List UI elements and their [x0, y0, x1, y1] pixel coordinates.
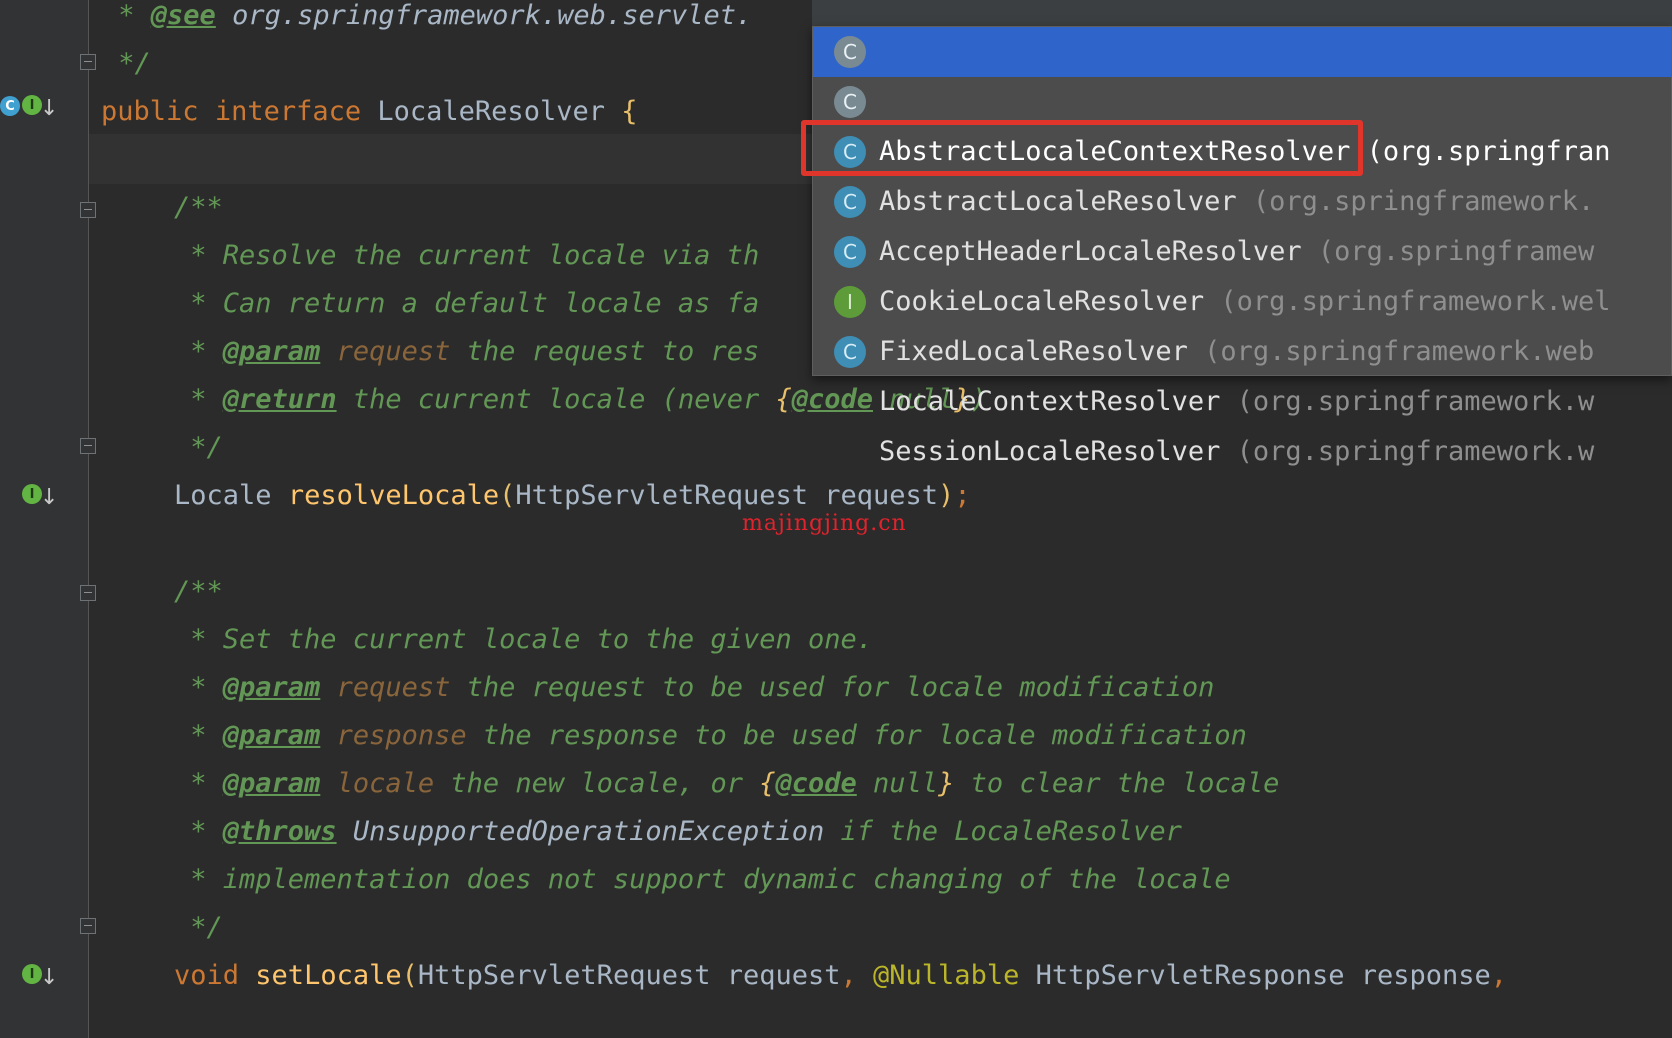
abstract-class-icon: C — [834, 36, 866, 68]
completion-item-package: (org.springframework.w — [1220, 436, 1595, 467]
code-line: * Set the current locale to the given on… — [174, 624, 873, 655]
abstract-class-icon: C — [834, 86, 866, 118]
class-icon: C — [834, 236, 866, 268]
code-line: * Resolve the current locale via th — [174, 240, 760, 271]
completion-item[interactable]: C CookieLocaleResolver (org.springframew… — [813, 177, 1671, 317]
code-line: * @param request the request to res — [174, 336, 760, 367]
completion-item-name: LocaleContextResolver — [879, 386, 1221, 417]
code-completion-popup[interactable]: C AbstractLocaleContextResolver (org.spr… — [812, 26, 1672, 467]
code-line: */ — [102, 48, 151, 79]
class-icon: C — [834, 186, 866, 218]
code-line: * @param locale the new locale, or {@cod… — [174, 768, 1280, 799]
code-line: * @see org.springframework.web.servlet. — [102, 0, 753, 31]
interface-icon: I — [834, 286, 866, 318]
code-line: * @throws UnsupportedOperationException … — [174, 816, 1182, 847]
completion-item[interactable]: C AbstractLocaleContextResolver (org.spr… — [813, 27, 1671, 167]
code-line: */ — [174, 432, 223, 463]
code-line: * @param request the request to be used … — [174, 672, 1215, 703]
completion-item[interactable]: C FixedLocaleResolver (org.springframewo… — [813, 227, 1671, 367]
completion-item[interactable]: C SessionLocaleResolver (org.springframe… — [813, 327, 1671, 467]
code-line: * Can return a default locale as fa — [174, 288, 760, 319]
class-icon: C — [834, 336, 866, 368]
completion-item-package: (org.springframework.w — [1220, 386, 1595, 417]
code-line: * implementation does not support dynami… — [174, 864, 1231, 895]
interface-declaration: public interface LocaleResolver { — [101, 96, 638, 127]
popup-shadow-strip — [812, 0, 1672, 26]
code-line: * @param response the response to be use… — [174, 720, 1247, 751]
annotation-highlight-box — [801, 120, 1363, 176]
code-line: /** — [174, 576, 223, 607]
completion-item[interactable]: I LocaleContextResolver (org.springframe… — [813, 277, 1671, 417]
code-line: /** — [174, 192, 223, 223]
method-set-locale: void setLocale(HttpServletRequest reques… — [174, 960, 1524, 991]
completion-item-name: SessionLocaleResolver — [879, 436, 1221, 467]
method-resolve-locale: Locale resolveLocale(HttpServletRequest … — [174, 480, 971, 511]
code-line: */ — [174, 912, 223, 943]
